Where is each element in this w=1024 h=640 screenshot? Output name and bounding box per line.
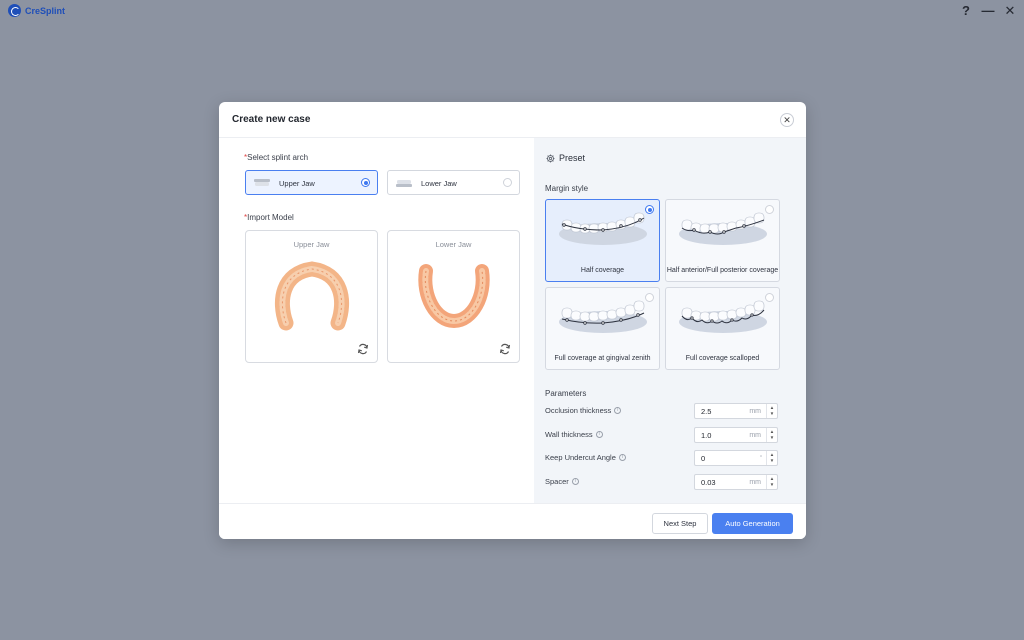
full-scalloped-radio[interactable] xyxy=(765,293,774,302)
param-occlusion-thickness: Occlusion thickness i 2.5 mm ▲ ▼ xyxy=(545,403,785,419)
close-icon[interactable]: ✕ xyxy=(780,113,794,127)
wall-thickness-input[interactable]: 1.0 mm ▲ ▼ xyxy=(694,427,778,443)
help-icon[interactable]: ? xyxy=(960,2,972,18)
param-keep-undercut-angle: Keep Undercut Angle i 0 ° ▲ ▼ xyxy=(545,450,785,466)
margin-style-half-coverage[interactable]: Half coverage xyxy=(545,199,660,282)
param-spacer: Spacer i 0.03 mm ▲ ▼ xyxy=(545,474,785,490)
occlusion-thickness-input[interactable]: 2.5 mm ▲ ▼ xyxy=(694,403,778,419)
logo-icon xyxy=(8,4,21,17)
create-case-dialog: Create new case ✕ *Select splint arch Up… xyxy=(219,102,806,539)
number-stepper[interactable]: ▲ ▼ xyxy=(766,475,777,489)
upper-jaw-label: Upper Jaw xyxy=(279,179,315,188)
stepper-down-icon[interactable]: ▼ xyxy=(770,458,774,464)
half-coverage-label: Half coverage xyxy=(580,267,625,274)
stepper-down-icon[interactable]: ▼ xyxy=(770,411,774,417)
app-name: CreSplint xyxy=(25,5,66,16)
unit-label: mm xyxy=(749,431,761,439)
refresh-icon[interactable] xyxy=(499,343,511,355)
full-scalloped-label: Full coverage scalloped xyxy=(685,355,760,362)
param-name: Wall thickness i xyxy=(545,430,603,439)
unit-label: mm xyxy=(749,478,761,486)
degree-unit-label: ° xyxy=(760,455,762,461)
upper-jaw-model-image xyxy=(274,261,350,331)
half-anterior-label: Half anterior/Full posterior coverage xyxy=(666,267,779,274)
right-pane: Preset Margin style Half coverage Half a… xyxy=(534,138,806,503)
wall-thickness-value: 1.0 xyxy=(701,431,712,440)
import-model-label-text: Import Model xyxy=(247,213,294,222)
lower-jaw-option[interactable]: Lower Jaw xyxy=(387,170,520,195)
stepper-down-icon[interactable]: ▼ xyxy=(770,435,774,441)
dialog-header: Create new case ✕ xyxy=(219,102,806,138)
param-wall-thickness: Wall thickness i 1.0 mm ▲ ▼ xyxy=(545,427,785,443)
keep-undercut-angle-input[interactable]: 0 ° ▲ ▼ xyxy=(694,450,778,466)
param-name: Occlusion thickness i xyxy=(545,406,622,415)
preset-label: Preset xyxy=(559,153,586,163)
left-pane: *Select splint arch Upper Jaw Lower Jaw … xyxy=(219,138,533,503)
number-stepper[interactable]: ▲ ▼ xyxy=(766,428,777,442)
spacer-input[interactable]: 0.03 mm ▲ ▼ xyxy=(694,474,778,490)
occlusion-thickness-label: Occlusion thickness xyxy=(545,406,612,415)
auto-generation-button[interactable]: Auto Generation xyxy=(712,513,793,534)
info-icon[interactable]: i xyxy=(571,478,579,485)
dialog-title: Create new case xyxy=(232,114,311,125)
margin-style-half-anterior[interactable]: Half anterior/Full posterior coverage xyxy=(665,199,780,282)
minimize-icon[interactable]: — xyxy=(982,2,995,18)
stepper-down-icon[interactable]: ▼ xyxy=(770,482,774,488)
lower-jaw-model-image xyxy=(418,264,490,329)
parameters-label: Parameters xyxy=(545,389,587,398)
info-icon[interactable]: i xyxy=(595,431,603,438)
preset-header: Preset xyxy=(546,153,585,163)
lower-jaw-model-title: Lower Jaw xyxy=(435,240,472,249)
half-anterior-illustration xyxy=(679,212,767,245)
spacer-label: Spacer xyxy=(545,477,569,486)
title-bar: CreSplint ? — ✕ xyxy=(0,0,1024,22)
lower-jaw-model-card[interactable]: Lower Jaw xyxy=(387,230,520,363)
lower-jaw-thumb-icon xyxy=(396,180,412,187)
unit-label: mm xyxy=(749,407,761,415)
param-name: Spacer i xyxy=(545,477,579,486)
number-stepper[interactable]: ▲ ▼ xyxy=(766,451,777,465)
full-scalloped-illustration xyxy=(679,300,767,333)
splint-arch-label: *Select splint arch xyxy=(244,153,308,162)
spacer-value: 0.03 xyxy=(701,478,716,487)
wall-thickness-label: Wall thickness xyxy=(545,430,593,439)
upper-jaw-option[interactable]: Upper Jaw xyxy=(245,170,378,195)
full-gingival-zenith-illustration xyxy=(559,300,647,333)
upper-jaw-model-card[interactable]: Upper Jaw xyxy=(245,230,378,363)
keep-undercut-angle-value: 0 xyxy=(701,454,706,463)
close-window-icon[interactable]: ✕ xyxy=(1004,2,1016,18)
upper-jaw-model-title: Upper Jaw xyxy=(293,240,330,249)
full-gingival-zenith-label: Full coverage at gingival zenith xyxy=(554,355,651,362)
window-controls: ? — ✕ xyxy=(960,2,1016,18)
dialog-footer: Next Step Auto Generation xyxy=(219,503,806,539)
refresh-icon[interactable] xyxy=(357,343,369,355)
keep-undercut-angle-label: Keep Undercut Angle xyxy=(545,453,616,462)
import-model-label: *Import Model xyxy=(244,213,294,222)
lower-jaw-radio[interactable] xyxy=(503,178,512,187)
number-stepper[interactable]: ▲ ▼ xyxy=(766,404,777,418)
half-coverage-radio[interactable] xyxy=(645,205,654,214)
param-name: Keep Undercut Angle i xyxy=(545,453,626,462)
info-icon[interactable]: i xyxy=(614,407,622,414)
next-step-button[interactable]: Next Step xyxy=(652,513,708,534)
margin-style-full-scalloped[interactable]: Full coverage scalloped xyxy=(665,287,780,370)
app-logo: CreSplint xyxy=(8,4,65,17)
upper-jaw-radio[interactable] xyxy=(361,178,370,187)
lower-jaw-label: Lower Jaw xyxy=(421,179,457,188)
upper-jaw-thumb-icon xyxy=(254,179,270,186)
half-anterior-radio[interactable] xyxy=(765,205,774,214)
full-gingival-zenith-radio[interactable] xyxy=(645,293,654,302)
occlusion-thickness-value: 2.5 xyxy=(701,407,712,416)
info-icon[interactable]: i xyxy=(618,454,626,461)
half-coverage-illustration xyxy=(559,212,647,245)
margin-style-full-gingival-zenith[interactable]: Full coverage at gingival zenith xyxy=(545,287,660,370)
splint-arch-label-text: Select splint arch xyxy=(247,153,309,162)
margin-style-label: Margin style xyxy=(545,184,589,193)
gear-icon xyxy=(546,153,555,163)
